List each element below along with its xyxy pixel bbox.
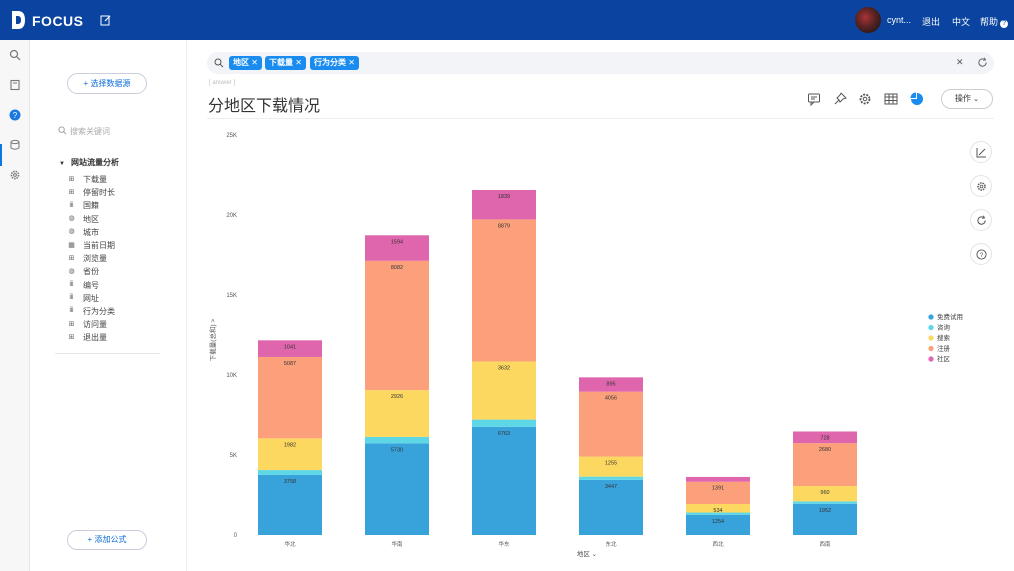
legend-label: 咨询	[937, 323, 951, 332]
x-tick-label: 西北	[712, 540, 724, 548]
data-label: 1594	[391, 239, 403, 245]
y-tick-label: 15K	[226, 293, 237, 299]
data-label: 8082	[391, 265, 403, 271]
legend-label: 搜索	[937, 333, 951, 342]
x-tick-label: 华南	[391, 540, 403, 548]
data-label: 6763	[498, 431, 510, 437]
data-label: 534	[713, 508, 722, 514]
bar-segment	[579, 476, 643, 480]
bar-segment	[365, 436, 429, 444]
data-label: 3758	[284, 479, 296, 485]
legend-swatch	[928, 314, 934, 320]
data-label: 1839	[498, 194, 510, 200]
bar-segment	[258, 356, 322, 439]
legend-swatch	[928, 356, 934, 362]
data-label: 2680	[819, 447, 831, 453]
data-label: 1391	[712, 486, 724, 492]
bar-segment	[472, 419, 536, 427]
legend-swatch	[928, 335, 934, 341]
data-label: 1254	[712, 519, 724, 525]
data-label: 4056	[605, 396, 617, 402]
bar-segment	[258, 470, 322, 475]
legend-swatch	[928, 324, 934, 331]
x-axis-label: 地区 ⌄	[577, 549, 597, 558]
data-label: 960	[820, 490, 829, 496]
y-tick-label: 20K	[226, 213, 237, 219]
bar-segment	[793, 501, 857, 504]
data-label: 3632	[498, 365, 510, 371]
data-label: 2926	[391, 394, 403, 400]
data-label: 895	[606, 381, 615, 387]
x-tick-label: 西南	[819, 540, 831, 548]
data-label: 5087	[284, 361, 296, 367]
legend-swatch	[928, 345, 934, 352]
data-label: 5730	[391, 447, 403, 453]
data-label: 1041	[284, 344, 296, 350]
bar-segment	[472, 219, 536, 362]
legend-label: 注册	[937, 344, 951, 353]
data-label: 1255	[605, 461, 617, 467]
x-tick-label: 华北	[284, 540, 296, 548]
y-tick-label: 25K	[226, 133, 237, 139]
y-tick-label: 0	[234, 533, 238, 539]
data-label: 3447	[605, 484, 617, 490]
y-tick-label: 5K	[230, 453, 237, 459]
data-label: 728	[820, 435, 829, 441]
bar-segment	[472, 426, 536, 535]
data-label: 1952	[819, 508, 831, 514]
bar-segment	[686, 476, 750, 482]
bar-segment	[365, 260, 429, 391]
legend-label: 社区	[937, 354, 951, 363]
x-tick-label: 华东	[498, 540, 510, 548]
stacked-bar-chart: 0 5K 10K 15K 20K 25K 下载量(总和) > 3758 1982 5087 1041…	[208, 133, 963, 558]
legend-label: 免费试用	[937, 312, 963, 321]
x-tick-label: 东北	[605, 540, 617, 548]
y-tick-label: 10K	[226, 373, 237, 379]
y-axis-label: 下载量(总和) >	[208, 319, 217, 362]
data-label: 8879	[498, 223, 510, 229]
data-label: 1982	[284, 442, 296, 448]
bar-segment	[365, 443, 429, 535]
